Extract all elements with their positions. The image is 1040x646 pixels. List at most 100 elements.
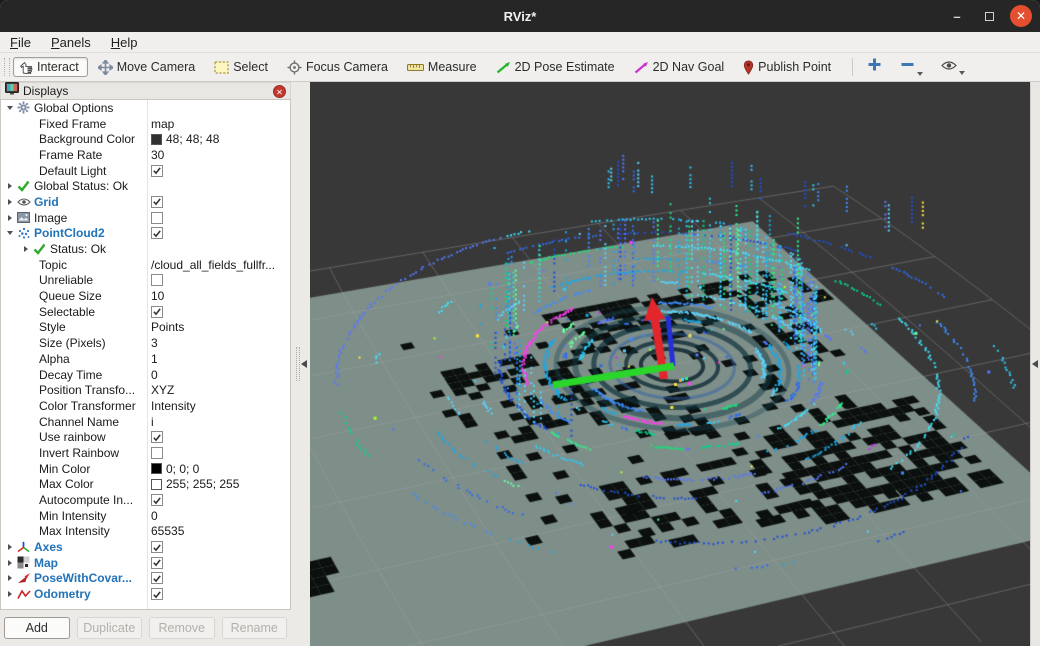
tree-row-posewithcovar[interactable]: PoseWithCovar... [1, 571, 290, 587]
tree-row-grid[interactable]: Grid [1, 194, 290, 210]
menu-help[interactable]: Help [109, 33, 148, 52]
tree-row-max-intensity[interactable]: Max Intensity65535 [1, 524, 290, 540]
tool-select[interactable]: Select [208, 57, 277, 77]
tree-row-pointcloud2[interactable]: PointCloud2 [1, 226, 290, 242]
tool-move-camera[interactable]: Move Camera [92, 57, 205, 78]
expander-open-icon[interactable] [5, 106, 14, 110]
tree-row-alpha[interactable]: Alpha1 [1, 351, 290, 367]
row-value[interactable]: Points [151, 320, 184, 334]
displays-panel-header[interactable]: Displays ✕ [0, 82, 291, 99]
row-value[interactable] [151, 227, 163, 239]
row-value[interactable]: 0; 0; 0 [151, 462, 199, 476]
expander-closed-icon[interactable] [5, 183, 14, 189]
checkbox-checked[interactable] [151, 431, 163, 443]
row-value[interactable] [151, 431, 163, 443]
tree-row-size-pixels[interactable]: Size (Pixels)3 [1, 335, 290, 351]
checkbox-checked[interactable] [151, 227, 163, 239]
tree-row-frame-rate[interactable]: Frame Rate30 [1, 147, 290, 163]
checkbox-unchecked[interactable] [151, 447, 163, 459]
row-value[interactable] [151, 557, 163, 569]
toolbar-grip[interactable] [4, 58, 10, 76]
row-value[interactable]: 255; 255; 255 [151, 477, 239, 491]
row-value[interactable] [151, 541, 163, 553]
add-button[interactable]: Add [4, 617, 70, 639]
panel-close-icon[interactable]: ✕ [273, 85, 286, 98]
close-button[interactable]: ✕ [1010, 5, 1032, 27]
tree-row-position-transfo[interactable]: Position Transfo...XYZ [1, 382, 290, 398]
tree-row-min-color[interactable]: Min Color0; 0; 0 [1, 461, 290, 477]
row-value[interactable]: 0 [151, 509, 158, 523]
collapse-left-icon[interactable] [301, 360, 307, 368]
3d-scene-canvas[interactable] [310, 82, 1030, 646]
views-panel-collapsed[interactable] [1030, 82, 1040, 646]
tree-row-invert-rainbow[interactable]: Invert Rainbow [1, 445, 290, 461]
expander-closed-icon[interactable] [5, 591, 14, 597]
row-value[interactable] [151, 494, 163, 506]
checkbox-checked[interactable] [151, 572, 163, 584]
checkbox-unchecked[interactable] [151, 274, 163, 286]
row-value[interactable] [151, 274, 163, 286]
row-value[interactable]: Intensity [151, 399, 196, 413]
tree-row-color-transformer[interactable]: Color TransformerIntensity [1, 398, 290, 414]
row-value[interactable] [151, 212, 163, 224]
tree-row-channel-name[interactable]: Channel Namei [1, 414, 290, 430]
panel-splitter[interactable] [291, 82, 310, 646]
tree-row-global-options[interactable]: Global Options [1, 100, 290, 116]
tool-2d-nav-goal[interactable]: 2D Nav Goal [628, 57, 734, 77]
row-value[interactable]: 10 [151, 289, 164, 303]
row-value[interactable]: /cloud_all_fields_fullfr... [151, 258, 275, 272]
tool-measure[interactable]: Measure [401, 57, 486, 77]
checkbox-checked[interactable] [151, 588, 163, 600]
row-value[interactable]: 3 [151, 336, 158, 350]
tree-row-style[interactable]: StylePoints [1, 320, 290, 336]
row-value[interactable]: XYZ [151, 383, 174, 397]
row-value[interactable] [151, 447, 163, 459]
row-value[interactable] [151, 572, 163, 584]
maximize-button[interactable] [978, 5, 1000, 27]
row-value[interactable] [151, 165, 163, 177]
tool-interact[interactable]: Interact [13, 57, 88, 77]
tree-row-map[interactable]: Map [1, 555, 290, 571]
tree-row-background-color[interactable]: Background Color48; 48; 48 [1, 131, 290, 147]
tree-row-selectable[interactable]: Selectable [1, 304, 290, 320]
expander-closed-icon[interactable] [5, 575, 14, 581]
expander-closed-icon[interactable] [5, 560, 14, 566]
minimize-button[interactable]: – [946, 5, 968, 27]
tree-row-topic[interactable]: Topic/cloud_all_fields_fullfr... [1, 257, 290, 273]
remove-tool-button[interactable] [894, 55, 929, 79]
expander-closed-icon[interactable] [5, 215, 14, 221]
menu-file[interactable]: File [8, 33, 41, 52]
row-value[interactable]: 65535 [151, 524, 184, 538]
expander-closed-icon[interactable] [5, 544, 14, 550]
tree-row-default-light[interactable]: Default Light [1, 163, 290, 179]
tree-row-fixed-frame[interactable]: Fixed Framemap [1, 116, 290, 132]
tree-row-odometry[interactable]: Odometry [1, 586, 290, 602]
menu-panels[interactable]: Panels [49, 33, 101, 52]
checkbox-checked[interactable] [151, 557, 163, 569]
checkbox-unchecked[interactable] [151, 212, 163, 224]
checkbox-checked[interactable] [151, 541, 163, 553]
tool-publish-point[interactable]: Publish Point [737, 57, 840, 78]
collapse-right-icon[interactable] [1032, 360, 1038, 368]
expander-closed-icon[interactable] [21, 246, 30, 252]
row-value[interactable]: 0 [151, 368, 158, 382]
tool-focus-camera[interactable]: Focus Camera [281, 57, 397, 78]
tool-2d-pose-estimate[interactable]: 2D Pose Estimate [490, 57, 624, 77]
add-tool-button[interactable] [861, 55, 888, 79]
row-value[interactable]: 30 [151, 148, 164, 162]
checkbox-checked[interactable] [151, 196, 163, 208]
tree-row-decay-time[interactable]: Decay Time0 [1, 367, 290, 383]
splitter-grip[interactable] [296, 347, 300, 381]
tree-row-image[interactable]: Image [1, 210, 290, 226]
row-value[interactable] [151, 588, 163, 600]
tree-row-use-rainbow[interactable]: Use rainbow [1, 429, 290, 445]
row-value[interactable]: 48; 48; 48 [151, 132, 219, 146]
tree-row-unreliable[interactable]: Unreliable [1, 273, 290, 289]
tree-row-global-status-ok[interactable]: Global Status: Ok [1, 178, 290, 194]
checkbox-checked[interactable] [151, 165, 163, 177]
checkbox-checked[interactable] [151, 494, 163, 506]
tool-visibility-button[interactable] [935, 56, 971, 78]
title-bar[interactable]: RViz* – ✕ [0, 0, 1040, 32]
expander-closed-icon[interactable] [5, 199, 14, 205]
tree-row-max-color[interactable]: Max Color255; 255; 255 [1, 477, 290, 493]
